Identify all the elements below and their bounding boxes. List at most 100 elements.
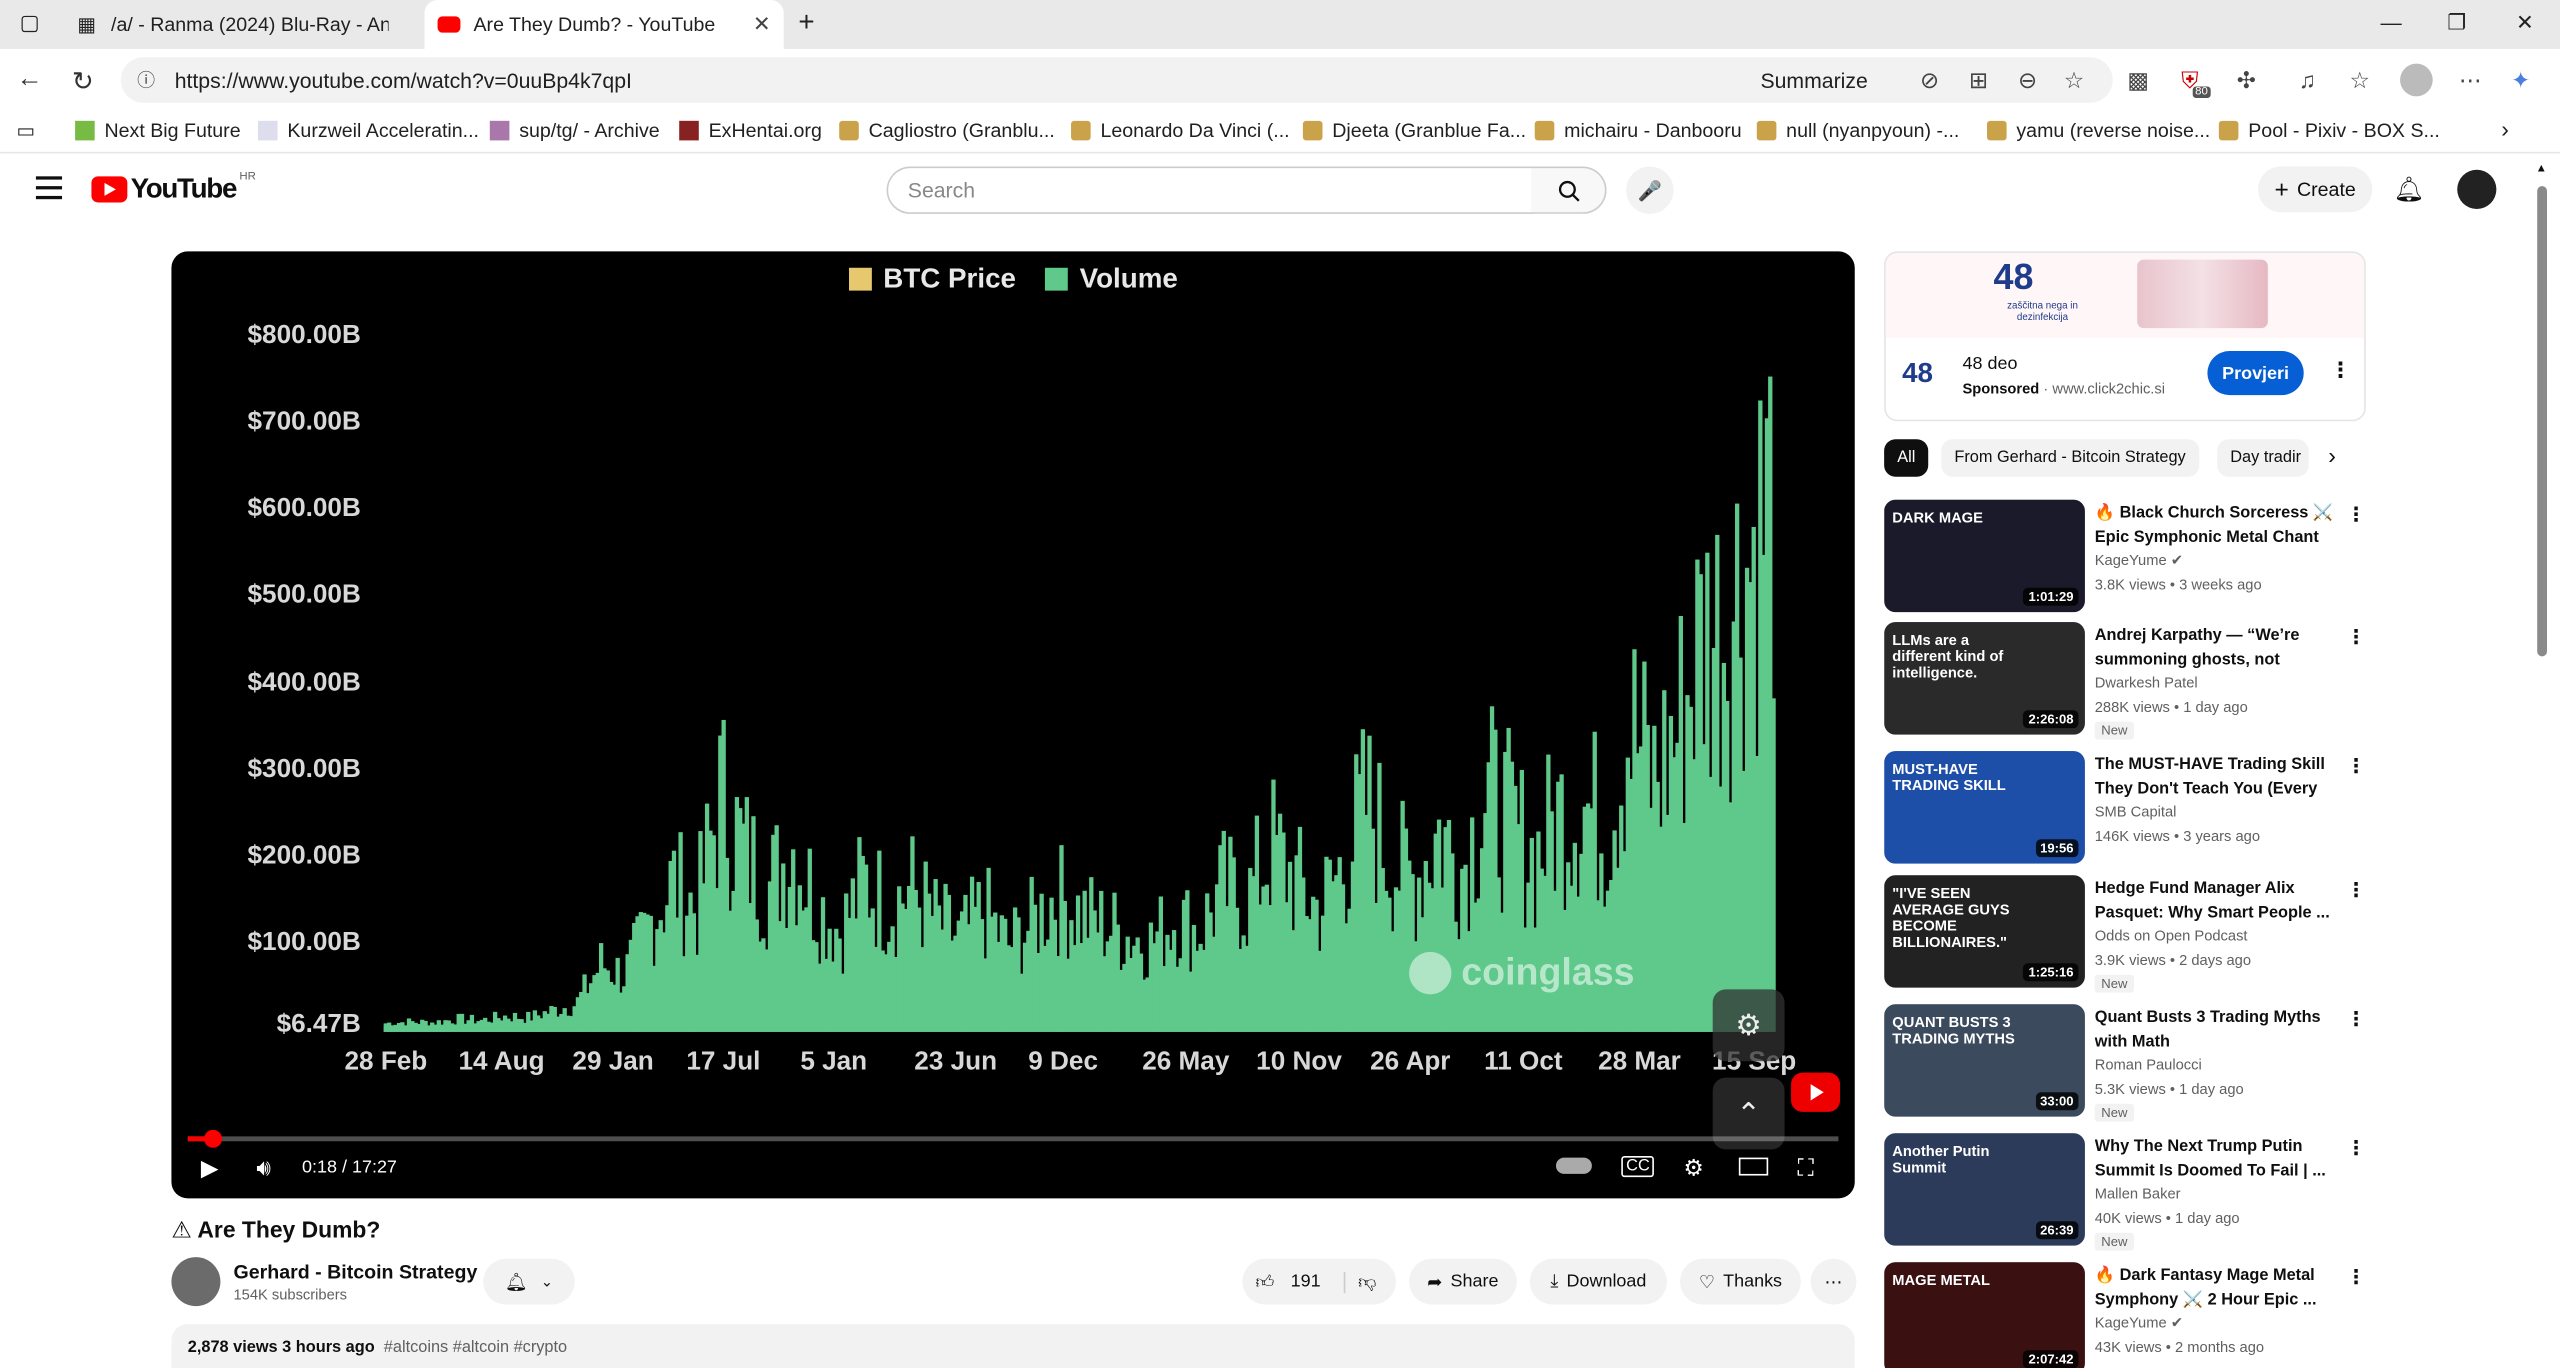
recommendation-channel[interactable]: Mallen Baker bbox=[2095, 1185, 2181, 1201]
create-button[interactable]: + Create bbox=[2258, 166, 2373, 213]
notifications-bell-icon[interactable]: 🔔︎ bbox=[2394, 175, 2425, 204]
tab-youtube[interactable]: Are They Dumb? - YouTube ✕ bbox=[424, 0, 784, 49]
recommendation-title[interactable]: Hedge Fund Manager Alix Pasquet: Why Sma… bbox=[2095, 877, 2337, 926]
chip-all[interactable]: All bbox=[1884, 439, 1929, 477]
bookmark-item[interactable]: Pool - Pixiv - BOX S... bbox=[2218, 119, 2440, 142]
captions-icon[interactable]: CC bbox=[1621, 1155, 1655, 1178]
bookmark-item[interactable]: Djeeta (Granblue Fa... bbox=[1302, 119, 1526, 142]
bookmarks-menu-icon[interactable]: ▭ bbox=[16, 119, 35, 142]
recommendation-title[interactable]: Quant Busts 3 Trading Myths with Math bbox=[2095, 1006, 2337, 1055]
bookmark-item[interactable]: michairu - Danbooru bbox=[1534, 119, 1742, 142]
extensions-icon[interactable]: ✣ bbox=[2237, 67, 2256, 95]
recommendation-channel[interactable]: KageYume ✔ bbox=[2095, 1314, 2183, 1332]
reload-icon[interactable]: ↻ bbox=[72, 65, 94, 98]
recommendation-item[interactable]: "I'VE SEEN AVERAGE GUYS BECOME BILLIONAI… bbox=[1884, 875, 2366, 993]
ublock-icon[interactable]: ⛨80 bbox=[2181, 67, 2217, 98]
video-thumbnail[interactable]: LLMs are a different kind of intelligenc… bbox=[1884, 622, 2085, 735]
search-input[interactable]: Search bbox=[886, 166, 1534, 214]
video-thumbnail[interactable]: "I'VE SEEN AVERAGE GUYS BECOME BILLIONAI… bbox=[1884, 875, 2085, 988]
settings-gear-overlay-icon[interactable]: ⚙ bbox=[1712, 989, 1785, 1062]
qr-icon[interactable]: ▩ bbox=[2127, 67, 2149, 95]
subscribe-watermark-icon[interactable] bbox=[1791, 1072, 1841, 1112]
bookmark-item[interactable]: Kurzweil Acceleratin... bbox=[257, 119, 479, 142]
more-vertical-icon[interactable]: ⋮ bbox=[2346, 625, 2366, 648]
chevron-right-icon[interactable]: › bbox=[2501, 116, 2509, 142]
channel-avatar[interactable] bbox=[171, 1257, 221, 1307]
more-vertical-icon[interactable]: ⋮ bbox=[2346, 1136, 2366, 1159]
theater-mode-icon[interactable] bbox=[1738, 1157, 1769, 1176]
recommendation-title[interactable]: 🔥 Dark Fantasy Mage Metal Symphony ⚔️ 2 … bbox=[2095, 1264, 2337, 1313]
dislike-icon[interactable]: 👎︎ bbox=[1343, 1271, 1376, 1293]
recommendation-channel[interactable]: KageYume ✔ bbox=[2095, 552, 2183, 570]
recommendation-item[interactable]: MUST-HAVE TRADING SKILL 19:56 The MUST-HAV… bbox=[1884, 751, 2366, 865]
ad-cta-button[interactable]: Provjeri bbox=[2207, 351, 2304, 396]
minimize-icon[interactable]: — bbox=[2380, 10, 2401, 34]
recommendation-channel[interactable]: Dwarkesh Patel bbox=[2095, 674, 2198, 690]
tab-ranma[interactable]: ▦ /a/ - Ranma (2024) Blu-Ray - Anim bbox=[62, 0, 424, 49]
progress-scrubber[interactable] bbox=[204, 1129, 223, 1148]
ad-more-icon[interactable]: ⋮ bbox=[2330, 358, 2351, 384]
more-vertical-icon[interactable]: ⋮ bbox=[2346, 1007, 2366, 1030]
page-scrollbar[interactable]: ▲ bbox=[2534, 163, 2550, 1368]
collections-icon[interactable]: ☆ bbox=[2349, 67, 2370, 95]
tab-actions-icon[interactable]: ▢ bbox=[20, 10, 40, 36]
video-thumbnail[interactable]: MAGE METAL 2:07:42 bbox=[1884, 1262, 2085, 1368]
video-player[interactable]: BTC Price Volume $800.00B $700.00B $600.00… bbox=[171, 251, 1855, 1199]
play-icon[interactable]: ▶ bbox=[201, 1154, 219, 1182]
bookmark-item[interactable]: yamu (reverse noise... bbox=[1986, 119, 2210, 142]
recommendation-title[interactable]: 🔥 Black Church Sorceress ⚔️ Epic Symphon… bbox=[2095, 501, 2337, 550]
close-tab-icon[interactable]: ✕ bbox=[753, 11, 771, 37]
recommendation-item[interactable]: DARK MAGE 1:01:29 🔥 Black Church Sorceress… bbox=[1884, 499, 2366, 614]
scrollbar-thumb[interactable] bbox=[2537, 186, 2548, 657]
search-button[interactable] bbox=[1531, 166, 1607, 214]
autoplay-toggle[interactable] bbox=[1555, 1157, 1592, 1174]
thanks-button[interactable]: ♡ Thanks bbox=[1680, 1258, 1801, 1305]
like-icon[interactable]: 👍︎ bbox=[1256, 1271, 1275, 1293]
apps-icon[interactable]: ⊞ bbox=[1969, 67, 1988, 95]
microphone-icon[interactable]: 🎤 bbox=[1626, 166, 1674, 214]
bookmark-item[interactable]: ExHentai.org bbox=[679, 119, 822, 142]
fullscreen-icon[interactable]: ⛶ bbox=[1798, 1154, 1814, 1182]
recommendation-item[interactable]: LLMs are a different kind of intelligenc… bbox=[1884, 622, 2366, 740]
new-tab-icon[interactable]: + bbox=[798, 7, 814, 40]
account-avatar[interactable] bbox=[2457, 169, 2497, 209]
channel-name[interactable]: Gerhard - Bitcoin Strategy bbox=[233, 1260, 477, 1283]
recommendation-title[interactable]: Why The Next Trump Putin Summit Is Doome… bbox=[2095, 1135, 2337, 1184]
bookmark-item[interactable]: Leonardo Da Vinci (... bbox=[1071, 119, 1290, 142]
profile-avatar[interactable] bbox=[2400, 63, 2433, 97]
recommendation-channel[interactable]: SMB Capital bbox=[2095, 803, 2177, 819]
like-count[interactable]: 191 bbox=[1291, 1272, 1321, 1292]
recommendation-title[interactable]: Andrej Karpathy — “We’re summoning ghost… bbox=[2095, 624, 2337, 673]
video-thumbnail[interactable]: Another Putin Summit 26:39 bbox=[1884, 1133, 2085, 1246]
site-info-icon[interactable]: ⓘ bbox=[137, 67, 155, 93]
share-button[interactable]: ➦ Share bbox=[1409, 1258, 1517, 1305]
more-icon[interactable]: ⋯ bbox=[2459, 67, 2482, 95]
more-vertical-icon[interactable]: ⋮ bbox=[2346, 754, 2366, 777]
recommendation-title[interactable]: The MUST-HAVE Trading Skill They Don't T… bbox=[2095, 753, 2337, 802]
reader-icon[interactable]: ⊘ bbox=[1920, 67, 1939, 95]
bookmark-item[interactable]: Next Big Future bbox=[75, 119, 241, 142]
summarize-button[interactable]: Summarize bbox=[1760, 68, 1867, 92]
chips-next-icon[interactable]: › bbox=[2328, 442, 2336, 468]
youtube-logo[interactable]: YouTube HR bbox=[91, 171, 256, 206]
video-thumbnail[interactable]: QUANT BUSTS 3 TRADING MYTHS 33:00 bbox=[1884, 1004, 2085, 1117]
bookmark-item[interactable]: sup/tg/ - Archive bbox=[489, 119, 660, 142]
favorite-star-icon[interactable]: ☆ bbox=[2064, 67, 2085, 95]
bookmark-item[interactable]: Cagliostro (Granblu... bbox=[839, 119, 1055, 142]
more-actions-button[interactable]: ⋯ bbox=[1810, 1258, 1857, 1305]
scroll-up-icon[interactable]: ▲ bbox=[2536, 163, 2547, 174]
restore-icon[interactable]: ❐ bbox=[2447, 10, 2466, 36]
recommendation-channel[interactable]: Roman Paulocci bbox=[2095, 1056, 2202, 1072]
recommendation-item[interactable]: QUANT BUSTS 3 TRADING MYTHS 33:00 Quant Bu… bbox=[1884, 1004, 2366, 1122]
more-vertical-icon[interactable]: ⋮ bbox=[2346, 878, 2366, 901]
progress-bar[interactable] bbox=[187, 1129, 1839, 1148]
copilot-icon[interactable]: ✦ bbox=[2511, 67, 2530, 95]
recommendation-item[interactable]: Another Putin Summit 26:39 Why The Next Tr… bbox=[1884, 1133, 2366, 1251]
sponsored-ad[interactable]: 48 zaščitna nega in dezinfekcija 48 48 d… bbox=[1884, 251, 2366, 422]
subscribe-bell-button[interactable]: 🔔︎ ⌄ bbox=[483, 1258, 575, 1305]
close-window-icon[interactable]: ✕ bbox=[2516, 10, 2534, 36]
more-vertical-icon[interactable]: ⋮ bbox=[2346, 1265, 2366, 1288]
volume-icon[interactable]: 🔊︎ bbox=[256, 1154, 270, 1182]
chip-day-trading[interactable]: Day tradir bbox=[2217, 439, 2309, 477]
chip-from-channel[interactable]: From Gerhard - Bitcoin Strategy bbox=[1941, 439, 2199, 477]
